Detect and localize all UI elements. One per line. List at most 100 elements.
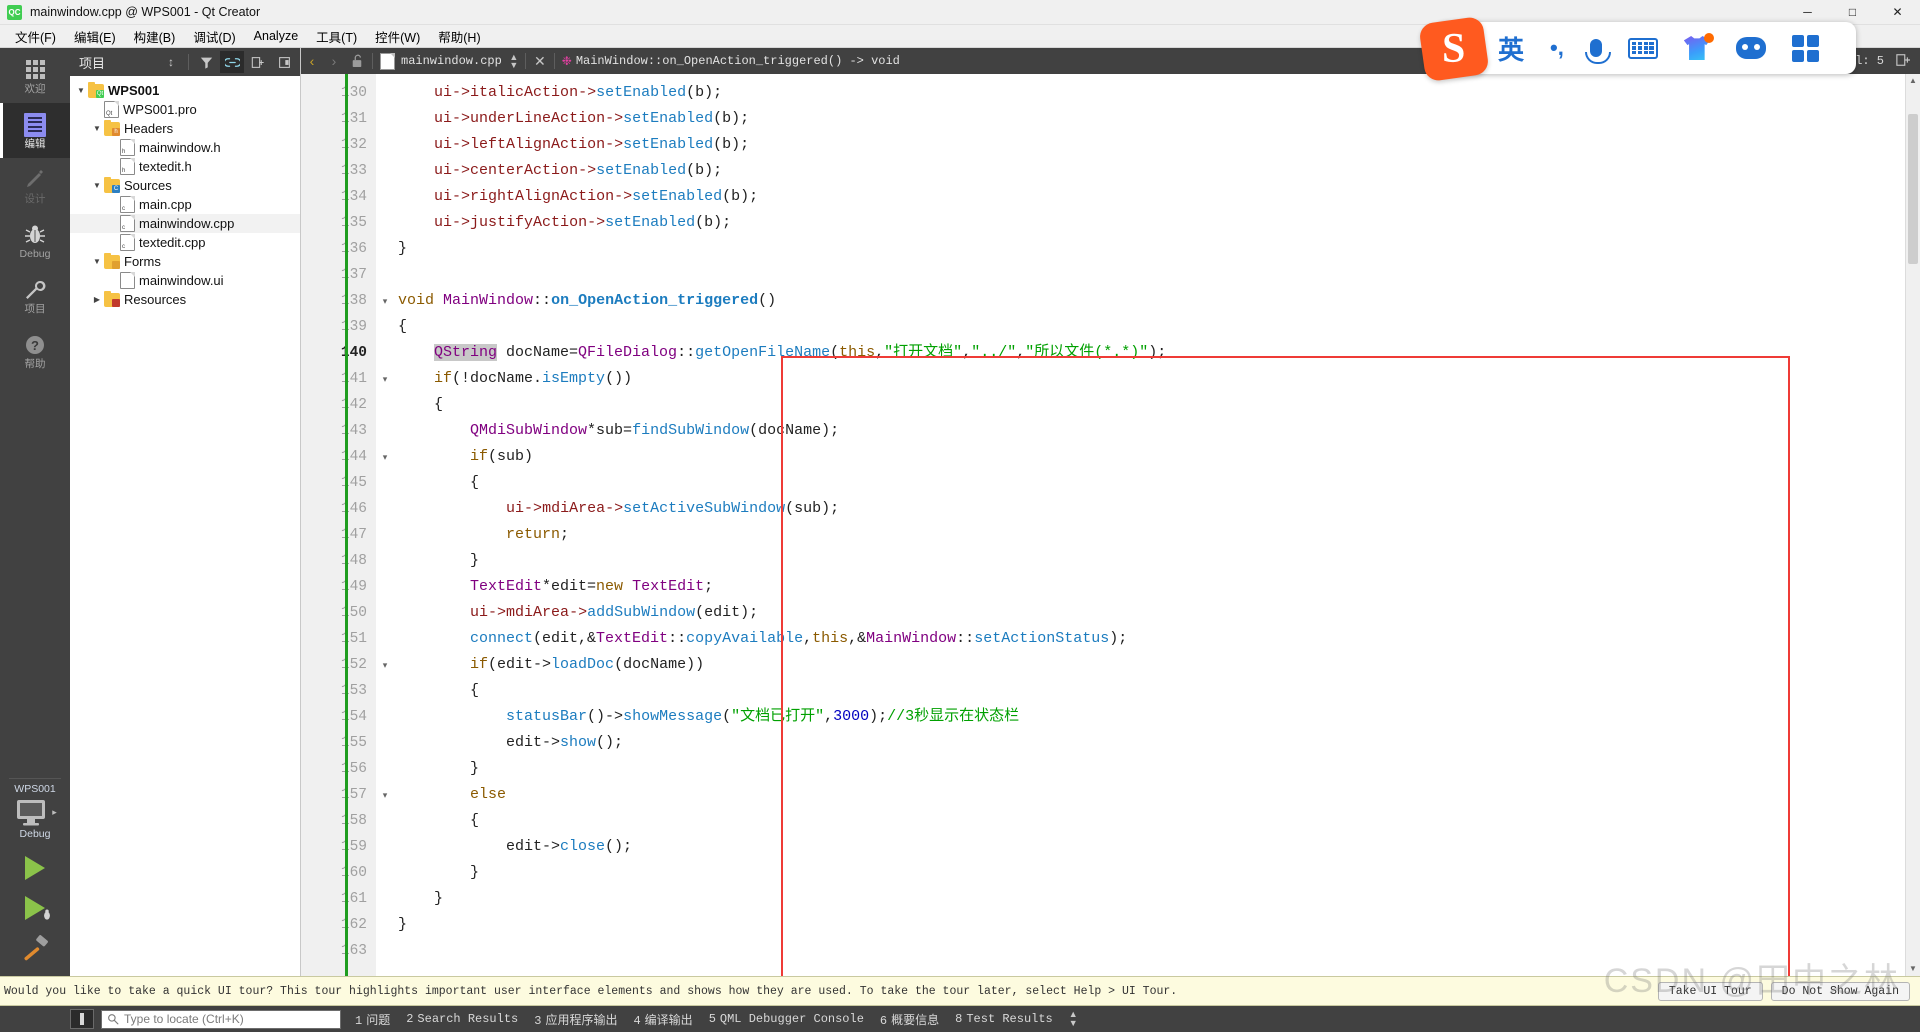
menu-item-0[interactable]: 文件(F) [6,25,65,48]
expand-arrow-icon[interactable]: ▼ [90,181,104,190]
sogou-logo-icon[interactable]: S [1418,15,1490,83]
close-document-button[interactable]: ✕ [529,53,551,70]
menu-item-2[interactable]: 构建(B) [125,25,185,48]
code-text[interactable]: ui->italicAction->setEnabled(b); ui->und… [394,74,1920,976]
tree-item-textedit.h[interactable]: h textedit.h [70,157,300,176]
skin-icon[interactable] [1683,33,1714,60]
output-tab-8[interactable]: 8 Test Results [955,1012,1053,1026]
minimize-button[interactable]: ─ [1785,0,1830,24]
line-number: 136 [340,241,367,257]
menu-item-7[interactable]: 帮助(H) [429,25,489,48]
scroll-up-arrow[interactable]: ▲ [1906,74,1920,88]
symbol-combo[interactable]: MainWindow::on_OpenAction_triggered() ->… [576,48,904,74]
mode-welcome[interactable]: 欢迎 [0,48,70,103]
mode-debug[interactable]: Debug [0,213,70,268]
close-panel-icon[interactable] [272,51,296,73]
code-editor[interactable]: 130 131 132 133 134 135 136 137 138 139 140 141 142 1… [301,74,1920,976]
tree-item-wps001.pro[interactable]: Qt WPS001.pro [70,100,300,119]
output-tab-6[interactable]: 6 概要信息 [880,1011,939,1028]
code-token: } [398,864,480,881]
split-editor-icon[interactable] [1892,53,1914,70]
forward-button[interactable]: › [323,53,345,69]
expand-arrow-icon[interactable]: ▶ [90,295,104,304]
filter-icon[interactable] [194,51,218,73]
output-panel-arrows[interactable]: ▲ ▼ [1069,1010,1078,1028]
do-not-show-again-button[interactable]: Do Not Show Again [1770,981,1910,1001]
link-icon[interactable] [220,51,244,73]
qt-creator-window: QC mainwindow.cpp @ WPS001 - Qt Creator … [0,0,1920,1032]
tree-item-textedit.cpp[interactable]: c textedit.cpp [70,233,300,252]
expand-arrow-icon[interactable]: ▼ [90,257,104,266]
file-combo-arrows[interactable]: ▲ ▼ [506,53,522,70]
fold-marker[interactable]: ▾ [376,444,394,470]
tree-item-mainwindow.cpp[interactable]: c mainwindow.cpp [70,214,300,233]
game-icon[interactable] [1735,37,1766,59]
sort-icon[interactable]: ↕ [159,51,183,73]
project-tree[interactable]: ▼ Qt WPS001 Qt WPS001.pro ▼ h Headers h mainwindo… [70,76,300,976]
tree-item-forms[interactable]: ▼ Forms [70,252,300,271]
locator-input[interactable]: Type to locate (Ctrl+K) [101,1009,341,1029]
keyboard-icon[interactable] [1627,37,1658,59]
output-tab-4[interactable]: 4 编译输出 [633,1011,692,1028]
line-number: 150 [340,605,367,621]
code-token: { [398,318,408,335]
tree-item-resources[interactable]: ▶ Resources [70,290,300,309]
fold-marker[interactable]: ▾ [376,652,394,678]
run-button[interactable] [12,848,58,888]
menu-item-6[interactable]: 控件(W) [366,25,429,48]
ime-mode-toggle[interactable]: 英 [1498,30,1524,67]
tree-item-mainwindow.ui[interactable]: mainwindow.ui [70,271,300,290]
menu-item-3[interactable]: 调试(D) [184,25,244,48]
code-token: QFileDialog [578,344,678,361]
code-token: underLineAction [470,110,606,127]
tree-item-wps001[interactable]: ▼ Qt WPS001 [70,81,300,100]
tree-item-label: mainwindow.cpp [139,216,235,231]
tree-item-mainwindow.h[interactable]: h mainwindow.h [70,138,300,157]
code-line: ui->underLineAction->setEnabled(b); [394,106,1920,132]
fold-column[interactable]: ▾ ▾ ▾ ▾ ▾ [376,74,394,976]
menu-item-5[interactable]: 工具(T) [307,25,366,48]
mode-projects[interactable]: 项目 [0,268,70,323]
output-tab-1[interactable]: 1 问题 [355,1011,390,1028]
output-tab-5[interactable]: 5 QML Debugger Console [709,1012,864,1026]
back-button[interactable]: ‹ [301,53,323,69]
editor-vertical-scrollbar[interactable]: ▲ ▼ [1905,74,1920,976]
scrollbar-thumb[interactable] [1908,114,1918,264]
expand-arrow-icon[interactable]: ▼ [74,86,88,95]
kit-config-label: Debug [19,828,51,840]
tree-item-label: WPS001.pro [123,102,197,117]
code-line: { [394,314,1920,340]
mode-design[interactable]: 设计 [0,158,70,213]
fold-marker[interactable]: ▾ [376,366,394,392]
fold-marker[interactable]: ▾ [376,288,394,314]
menu-item-4[interactable]: Analyze [245,27,307,45]
mode-edit[interactable]: 编辑 [0,103,70,158]
apps-icon[interactable] [1791,34,1819,62]
fold-marker[interactable]: ▾ [376,782,394,808]
menu-item-1[interactable]: 编辑(E) [65,25,125,48]
code-token: (edit); [695,604,759,621]
open-file-combo[interactable]: mainwindow.cpp [376,48,506,74]
expand-arrow-icon[interactable]: ▼ [90,124,104,133]
voice-input-icon[interactable] [1584,39,1611,64]
output-tab-2[interactable]: 2 Search Results [406,1012,518,1026]
maximize-button[interactable]: □ [1830,0,1875,24]
tree-item-headers[interactable]: ▼ h Headers [70,119,300,138]
take-ui-tour-button[interactable]: Take UI Tour [1657,981,1763,1001]
toggle-sidebar-button[interactable] [70,1009,94,1029]
close-button[interactable]: ✕ [1875,0,1920,24]
output-tab-3[interactable]: 3 应用程序输出 [534,1011,617,1028]
split-icon[interactable] [246,51,270,73]
sogou-ime-toolbar[interactable]: S 英 •, [1418,15,1856,83]
scroll-down-arrow[interactable]: ▼ [1906,962,1920,976]
ime-punctuation-toggle[interactable]: •, [1550,35,1564,61]
tree-item-sources[interactable]: ▼ C Sources [70,176,300,195]
unlock-icon[interactable] [345,54,369,68]
debug-button[interactable] [12,888,58,928]
build-button[interactable] [12,928,58,968]
target-selector-button[interactable]: ▸ [13,797,57,827]
tree-item-main.cpp[interactable]: c main.cpp [70,195,300,214]
mode-help[interactable]: ? 帮助 [0,323,70,378]
